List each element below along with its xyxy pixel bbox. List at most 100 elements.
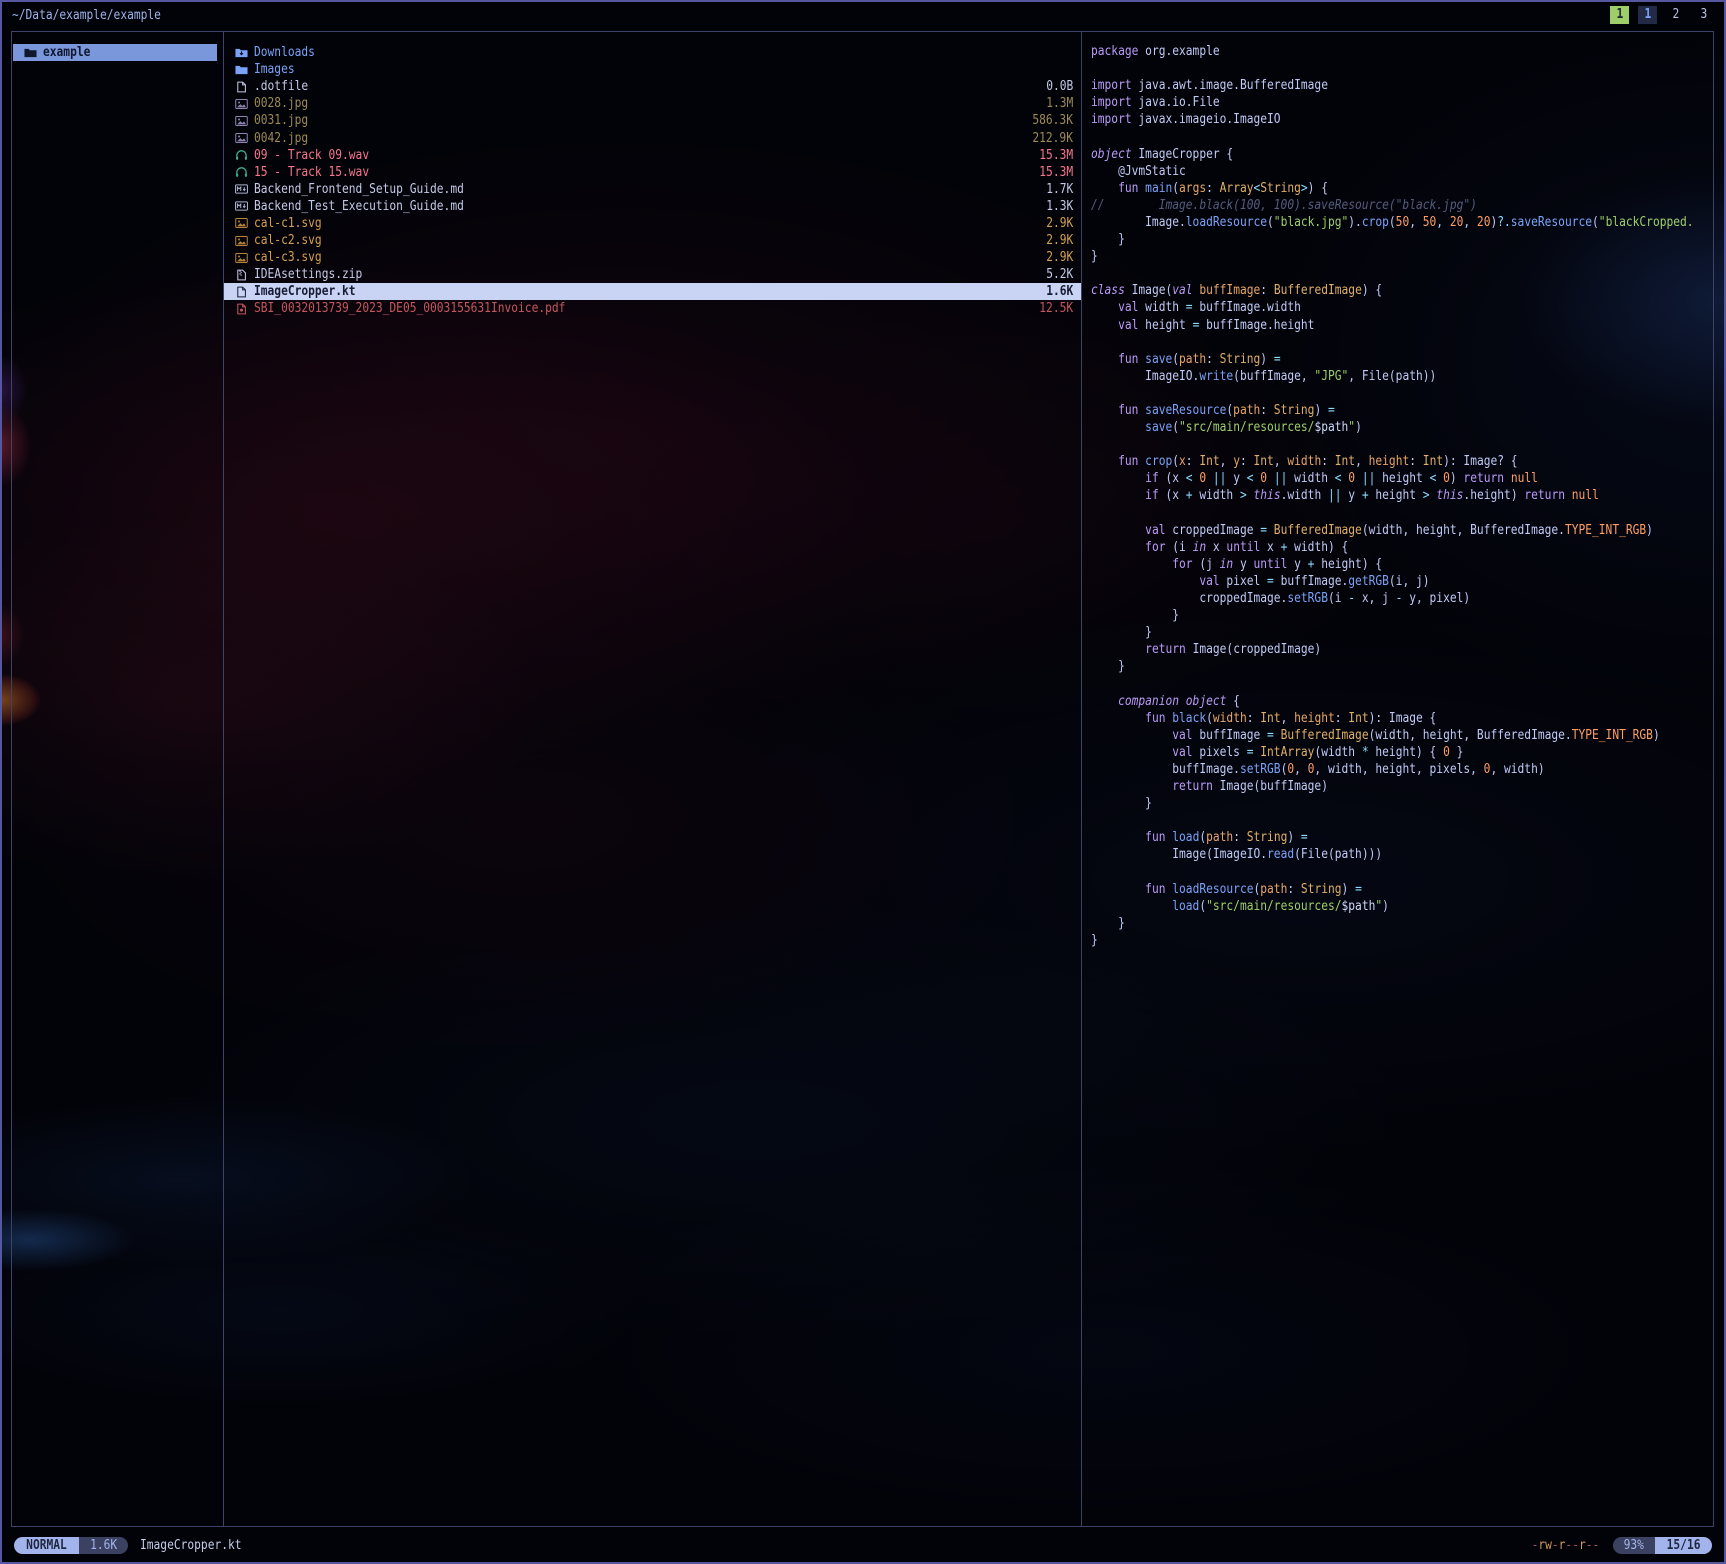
file-row[interactable]: 0031.jpg 586.3K [224,112,1081,129]
code-line [1091,437,1713,454]
file-row[interactable]: Downloads [224,44,1081,61]
folder-icon [23,46,38,59]
file-size: 12.5K [1039,301,1073,316]
code-line: croppedImage.setRGB(i - x, j - y, pixel) [1091,591,1713,608]
file-row[interactable]: 0028.jpg1.3M [224,95,1081,112]
code-line [1091,335,1713,352]
code-line: fun crop(x: Int, y: Int, width: Int, hei… [1091,454,1713,471]
image-icon [234,97,249,110]
file-name: 0028.jpg [254,96,308,111]
file-row[interactable]: Backend_Test_Execution_Guide.md1.3K [224,198,1081,215]
file-size: 0.0B [1046,79,1073,94]
code-line: } [1091,249,1713,266]
code-line: import java.io.File [1091,95,1713,112]
code-line [1091,386,1713,403]
code-line: fun save(path: String) = [1091,352,1713,369]
code-line [1091,676,1713,693]
code-line: val height = buffImage.height [1091,318,1713,335]
image-icon [234,132,249,145]
code-line: return Image(croppedImage) [1091,642,1713,659]
code-line: } [1091,659,1713,676]
parent-directory-panel: example [12,32,224,1526]
code-line: fun black(width: Int, height: Int): Imag… [1091,711,1713,728]
image-icon [234,251,249,264]
file-name: Backend_Frontend_Setup_Guide.md [254,182,464,197]
code-line: return Image(buffImage) [1091,779,1713,796]
code-preview: package org.exampleimport java.awt.image… [1091,44,1713,950]
file-row[interactable]: 09 - Track 09.wav 15.3M [224,147,1081,164]
tab-indicator-1[interactable]: 1 [1610,6,1629,24]
code-line: fun saveResource(path: String) = [1091,403,1713,420]
zip-icon [234,268,249,281]
mode-badge: NORMAL [14,1537,79,1554]
file-row-selected[interactable]: ImageCropper.kt1.6K [224,283,1081,300]
file-size: 586.3K [1032,113,1073,128]
cursor-position-badge: 15/16 [1655,1537,1712,1554]
parent-dir-label: example [43,45,90,60]
file-list: DownloadsImages.dotfile0.0B0028.jpg1.3M0… [224,44,1081,318]
file-name: cal-c3.svg [254,250,322,265]
code-line: } [1091,625,1713,642]
tab-indicators: 1 1 23 [1610,6,1713,24]
top-bar: ~/Data/example/example 1123 [12,5,1713,25]
folder-icon [234,63,249,76]
tab-label: 2 [1672,6,1679,24]
code-line [1091,266,1713,283]
code-line: object ImageCropper { [1091,147,1713,164]
code-line: fun loadResource(path: String) = [1091,882,1713,899]
pdf-icon [234,302,249,315]
tab-indicator-2[interactable]: 1 [1638,6,1657,24]
file-row[interactable]: Backend_Frontend_Setup_Guide.md 1.7K [224,181,1081,198]
status-filename: ImageCropper.kt [140,1538,242,1553]
image-icon [234,114,249,127]
file-row[interactable]: Images [224,61,1081,78]
file-size: 1.7K [1046,182,1073,197]
file-icon [234,80,249,93]
code-line [1091,129,1713,146]
file-name: .dotfile [254,79,308,94]
file-name: 0031.jpg [254,113,308,128]
file-name: 09 - Track 09.wav [254,148,369,163]
file-row[interactable]: 15 - Track 15.wav15.3M [224,164,1081,181]
code-line: val pixels = IntArray(width * height) { … [1091,745,1713,762]
file-row[interactable]: cal-c3.svg 2.9K [224,249,1081,266]
code-line [1091,813,1713,830]
code-line: class Image(val buffImage: BufferedImage… [1091,283,1713,300]
code-line: } [1091,232,1713,249]
file-row[interactable]: .dotfile 0.0B [224,78,1081,95]
file-size-badge: 1.6K [79,1537,128,1554]
tab-indicator-3[interactable]: 2 [1666,6,1685,24]
file-row[interactable]: SBI_0032013739_2023_DE05_0003155631Invoi… [224,300,1081,317]
file-size: 5.2K [1046,267,1073,282]
file-row[interactable]: IDEAsettings.zip5.2K [224,266,1081,283]
parent-dir-item[interactable]: example [13,44,217,61]
code-line: Image(ImageIO.read(File(path))) [1091,847,1713,864]
file-size: 2.9K [1046,233,1073,248]
code-line: if (x + width > this.width || y + height… [1091,488,1713,505]
file-size: 1.3K [1046,199,1073,214]
code-line [1091,865,1713,882]
file-name: SBI_0032013739_2023_DE05_0003155631Invoi… [254,301,565,316]
panels-frame: example DownloadsImages.dotfile0.0B0028.… [11,31,1714,1527]
file-size: 15.3M [1039,148,1073,163]
file-row[interactable]: 0042.jpg212.9K [224,129,1081,146]
code-line: } [1091,796,1713,813]
code-line: ImageIO.write(buffImage, "JPG", File(pat… [1091,369,1713,386]
code-line [1091,506,1713,523]
file-size: 2.9K [1046,250,1073,265]
file-row[interactable]: cal-c2.svg2.9K [224,232,1081,249]
code-line: // Image.black(100, 100).saveResource("b… [1091,198,1713,215]
file-name: 0042.jpg [254,131,308,146]
code-line: import javax.imageio.ImageIO [1091,112,1713,129]
image-icon [234,217,249,230]
code-line: save("src/main/resources/$path") [1091,420,1713,437]
code-line: if (x < 0 || y < 0 || width < 0 || heigh… [1091,471,1713,488]
code-line: @JvmStatic [1091,164,1713,181]
file-permissions: -rw-r--r-- [1532,1538,1600,1553]
code-line: val buffImage = BufferedImage(width, hei… [1091,728,1713,745]
tab-label: 1 [1616,6,1623,24]
file-row[interactable]: cal-c1.svg2.9K [224,215,1081,232]
code-line: } [1091,933,1713,950]
tab-indicator-4[interactable]: 3 [1694,6,1713,24]
tab-label: 1 [1644,6,1651,24]
